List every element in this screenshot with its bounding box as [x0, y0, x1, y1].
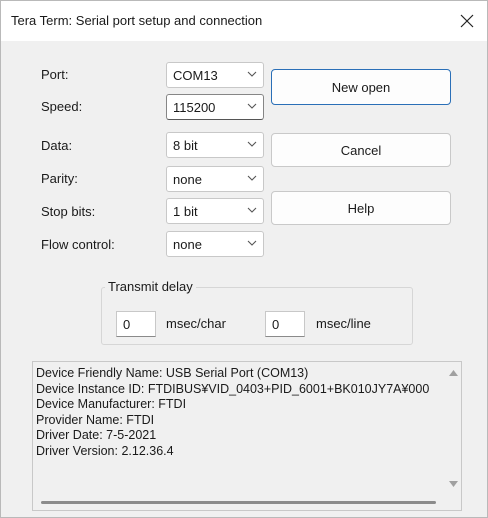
- chevron-down-icon: [247, 71, 257, 77]
- port-value: COM13: [173, 68, 218, 83]
- parity-value: none: [173, 172, 202, 187]
- scroll-up-icon[interactable]: [449, 370, 458, 376]
- title-bar: Tera Term: Serial port setup and connect…: [1, 1, 487, 41]
- horizontal-scrollbar[interactable]: [33, 495, 461, 510]
- info-line: Device Manufacturer: FTDI: [36, 397, 187, 411]
- parity-select[interactable]: none: [166, 166, 264, 192]
- horizontal-scroll-thumb[interactable]: [41, 501, 436, 504]
- transmit-delay-legend: Transmit delay: [105, 279, 196, 294]
- speed-select[interactable]: 115200: [166, 94, 264, 120]
- device-info-box[interactable]: Device Friendly Name: USB Serial Port (C…: [32, 361, 462, 511]
- window-title: Tera Term: Serial port setup and connect…: [11, 13, 263, 28]
- char-delay-unit: msec/char: [166, 316, 226, 331]
- stop-bits-value: 1 bit: [173, 204, 198, 219]
- vertical-scrollbar[interactable]: [445, 362, 461, 495]
- new-open-button[interactable]: New open: [271, 69, 451, 105]
- close-button[interactable]: [447, 1, 487, 41]
- flow-control-label: Flow control:: [41, 237, 115, 252]
- data-label: Data:: [41, 138, 73, 153]
- scroll-down-icon[interactable]: [449, 481, 458, 487]
- parity-label: Parity:: [41, 171, 78, 186]
- flow-control-value: none: [173, 237, 202, 252]
- line-delay-input[interactable]: 0: [265, 311, 305, 337]
- info-line: Driver Version: 2.12.36.4: [36, 443, 174, 458]
- stop-bits-label: Stop bits:: [41, 204, 96, 219]
- port-select[interactable]: COM13: [166, 62, 264, 88]
- chevron-down-icon: [247, 141, 257, 147]
- port-label: Port:: [41, 67, 69, 82]
- data-value: 8 bit: [173, 138, 198, 153]
- info-line: Provider Name: FTDI: [36, 412, 155, 427]
- device-info-text: Device Friendly Name: USB Serial Port (C…: [36, 366, 429, 459]
- serial-setup-dialog: Tera Term: Serial port setup and connect…: [0, 0, 488, 518]
- speed-label: Speed:: [41, 99, 83, 114]
- flow-control-select[interactable]: none: [166, 231, 264, 257]
- chevron-down-icon: [247, 207, 257, 213]
- info-line: Driver Date: 7-5-2021: [36, 428, 157, 442]
- char-delay-value: 0: [123, 317, 131, 332]
- close-icon: [460, 14, 474, 28]
- chevron-down-icon: [247, 240, 257, 246]
- data-select[interactable]: 8 bit: [166, 132, 264, 158]
- info-line: Device Friendly Name: USB Serial Port (C…: [36, 366, 309, 380]
- help-button[interactable]: Help: [271, 191, 451, 225]
- chevron-down-icon: [247, 103, 257, 109]
- line-delay-unit: msec/line: [316, 316, 371, 331]
- info-line: Device Instance ID: FTDIBUS¥VID_0403+PID…: [36, 381, 430, 396]
- char-delay-input[interactable]: 0: [116, 311, 156, 337]
- speed-value: 115200: [173, 100, 216, 115]
- cancel-button[interactable]: Cancel: [271, 133, 451, 167]
- chevron-down-icon: [247, 175, 257, 181]
- line-delay-value: 0: [272, 317, 280, 332]
- stop-bits-select[interactable]: 1 bit: [166, 198, 264, 224]
